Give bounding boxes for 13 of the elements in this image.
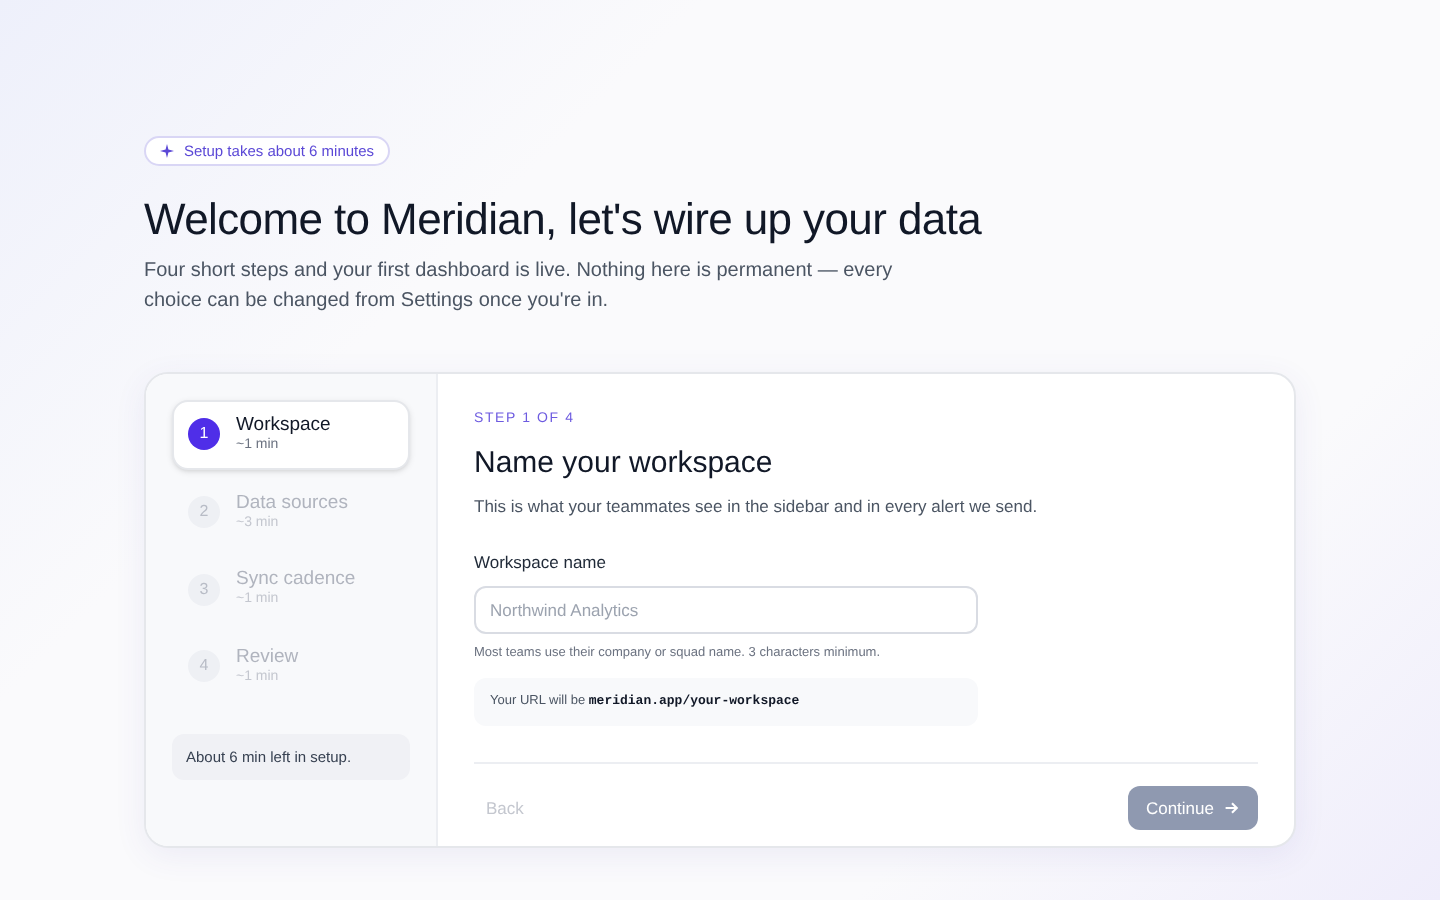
- sparkle-icon: [160, 144, 174, 158]
- step-number: 1: [188, 418, 220, 451]
- step-label: Review: [236, 645, 299, 669]
- form-heading: Name your workspace: [474, 443, 775, 483]
- field-label: Workspace name: [474, 549, 608, 575]
- step-label: Data sources: [236, 491, 348, 515]
- page-title: Welcome to Meridian, let's wire up your data: [144, 192, 984, 248]
- step-label: Sync cadence: [236, 568, 356, 591]
- step-label: Workspace: [236, 414, 331, 437]
- workspace-name-field[interactable]: Northwind Analytics: [474, 585, 978, 633]
- form-description: This is what your teammates see in the sidebar and in every alert we send.: [474, 494, 1040, 520]
- page-subtitle: Four short steps and your first dashboard is live. Nothing here is permanent — every choice can be changed from Settings once you're in.: [144, 258, 895, 316]
- arrow-right-icon: [1224, 800, 1240, 817]
